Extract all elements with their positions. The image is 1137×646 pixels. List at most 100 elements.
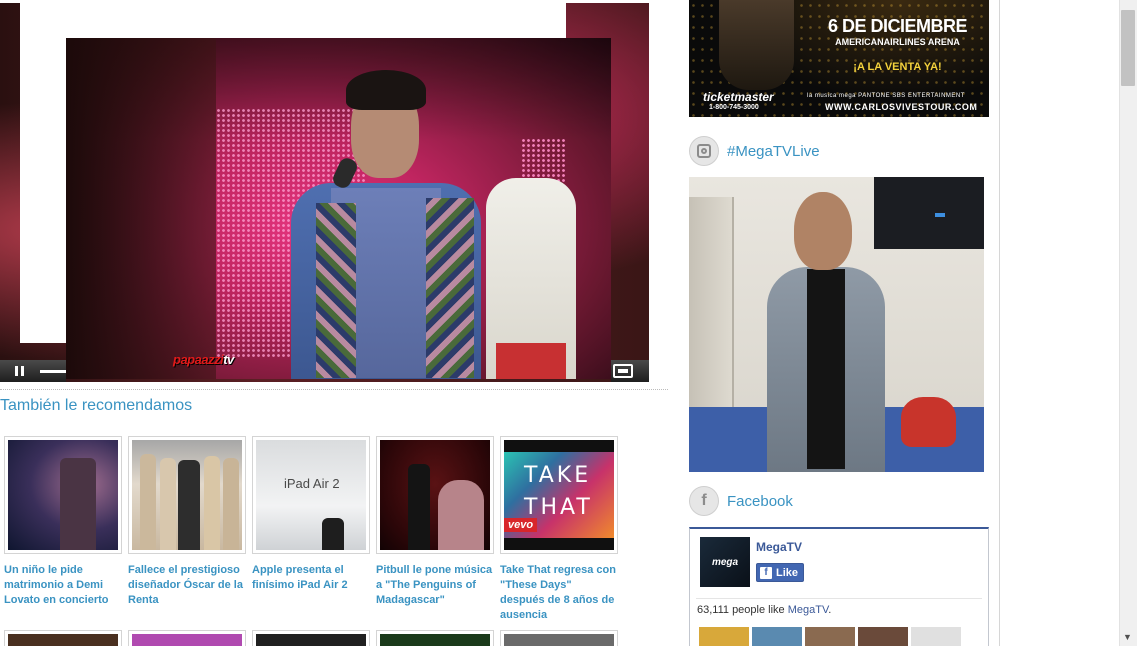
recommendation-caption[interactable]: Fallece el prestigioso diseñador Óscar d… bbox=[128, 563, 246, 608]
designer-figure bbox=[178, 460, 200, 550]
fan-avatar[interactable] bbox=[805, 627, 855, 646]
fan-avatar[interactable] bbox=[699, 627, 749, 646]
presenter-figure bbox=[322, 518, 344, 550]
performer-scarf-right bbox=[426, 198, 474, 378]
audience-figure bbox=[438, 480, 484, 550]
video-watermark: papaazzitv bbox=[169, 350, 238, 369]
recommendation-item[interactable]: iPad Air 2 Apple presenta el finísimo iP… bbox=[252, 436, 370, 593]
video-frame[interactable]: papaazzitv bbox=[66, 38, 611, 379]
facebook-like-box: mega MegaTV f Like 63,111 people like Me… bbox=[689, 527, 989, 646]
thumbnail-image bbox=[380, 634, 490, 646]
performer-hair bbox=[346, 70, 426, 110]
recommendation-thumbnail[interactable]: iPad Air 2 bbox=[252, 436, 370, 554]
ad-performer bbox=[719, 0, 794, 90]
recommendation-caption[interactable]: Un niño le pide matrimonio a Demi Lovato… bbox=[4, 563, 122, 608]
like-count-end: . bbox=[828, 604, 832, 616]
singer-figure bbox=[60, 458, 96, 550]
instagram-icon[interactable] bbox=[689, 136, 719, 166]
progress-bar[interactable] bbox=[40, 370, 66, 373]
stage-shadow bbox=[66, 38, 216, 379]
like-label: Like bbox=[776, 566, 799, 579]
thumbnail-image: iPad Air 2 bbox=[256, 440, 366, 550]
scrollbar[interactable] bbox=[1119, 0, 1137, 646]
recommendation-item[interactable]: TAKE THAT vevo Take That regresa con "Th… bbox=[500, 436, 618, 623]
photo-person-head bbox=[794, 192, 852, 270]
recommendation-thumbnail[interactable] bbox=[4, 436, 122, 554]
thumbnail-image bbox=[8, 440, 118, 550]
ad-on-sale: ¡A LA VENTA YA! bbox=[853, 61, 942, 73]
thumbnail-image bbox=[132, 440, 242, 550]
recommendation-thumbnail[interactable]: TAKE THAT vevo bbox=[500, 436, 618, 554]
performer-scarf-left bbox=[316, 203, 356, 378]
instagram-section-header: #MegaTVLive bbox=[689, 136, 820, 166]
scrollbar-thumb[interactable] bbox=[1121, 10, 1135, 86]
pause-icon bbox=[14, 366, 18, 376]
ad-phone: 1-800-745-3000 bbox=[709, 104, 759, 111]
watermark-tv: tv bbox=[223, 352, 234, 367]
model-figure bbox=[204, 456, 220, 550]
photo-person-shirt bbox=[807, 269, 845, 469]
facebook-title[interactable]: Facebook bbox=[727, 493, 793, 510]
ad-venue: AMERICANAIRLINES ARENA bbox=[835, 37, 960, 47]
like-count-link[interactable]: MegaTV bbox=[788, 604, 829, 616]
recommendation-thumbnail[interactable] bbox=[376, 436, 494, 554]
facebook-fan-faces bbox=[699, 627, 961, 646]
watermark-text: papaazzi bbox=[173, 352, 224, 367]
ad-sponsors: la musica mega PANTONE SBS ENTERTAINMENT bbox=[807, 93, 965, 99]
fullscreen-button[interactable] bbox=[613, 364, 633, 378]
fan-avatar[interactable] bbox=[911, 627, 961, 646]
concert-ad-banner[interactable]: 6 DE DICIEMBRE AMERICANAIRLINES ARENA ¡A… bbox=[689, 0, 989, 117]
ipad-air-label: iPad Air 2 bbox=[284, 476, 340, 491]
vevo-badge: vevo bbox=[504, 518, 538, 532]
model-figure bbox=[140, 454, 156, 550]
fan-avatar[interactable] bbox=[858, 627, 908, 646]
recommendation-thumbnail[interactable] bbox=[4, 630, 122, 646]
facebook-like-count: 63,111 people like MegaTV. bbox=[697, 604, 831, 616]
ad-url: WWW.CARLOSVIVESTOUR.COM bbox=[825, 102, 978, 112]
fan-avatar[interactable] bbox=[752, 627, 802, 646]
instagram-photo[interactable] bbox=[689, 177, 984, 472]
pause-icon-bar bbox=[20, 366, 24, 376]
facebook-like-button[interactable]: f Like bbox=[756, 563, 805, 582]
recommendation-thumbnail[interactable] bbox=[128, 630, 246, 646]
recommendation-caption[interactable]: Apple presenta el finísimo iPad Air 2 bbox=[252, 563, 370, 593]
ad-date: 6 DE DICIEMBRE bbox=[827, 16, 968, 36]
recommendation-thumbnail[interactable] bbox=[252, 630, 370, 646]
photo-tv-led bbox=[935, 213, 945, 217]
sidebar-border bbox=[999, 0, 1000, 646]
model-figure bbox=[160, 458, 176, 550]
thumbnail-image bbox=[256, 634, 366, 646]
take-that-text: TAKE THAT bbox=[524, 463, 593, 520]
camera-icon bbox=[697, 144, 711, 158]
thumbnail-image bbox=[380, 440, 490, 550]
recommendation-caption[interactable]: Take That regresa con "These Days" despu… bbox=[500, 563, 618, 623]
scroll-down-icon[interactable]: ▼ bbox=[1123, 632, 1132, 642]
recommendation-thumbnail[interactable] bbox=[128, 436, 246, 554]
facebook-divider bbox=[696, 598, 982, 599]
recommendation-item[interactable]: Pitbull le pone música a "The Penguins o… bbox=[376, 436, 494, 608]
thumbnail-image bbox=[132, 634, 242, 646]
facebook-section-header: f Facebook bbox=[689, 486, 793, 516]
recommendation-item[interactable]: Un niño le pide matrimonio a Demi Lovato… bbox=[4, 436, 122, 608]
facebook-icon[interactable]: f bbox=[689, 486, 719, 516]
thumbnail-image bbox=[504, 634, 614, 646]
pitbull-figure bbox=[408, 464, 430, 550]
recommendation-thumbnail[interactable] bbox=[500, 630, 618, 646]
recommendation-item[interactable]: Fallece el prestigioso diseñador Óscar d… bbox=[128, 436, 246, 608]
facebook-page-name[interactable]: MegaTV bbox=[756, 540, 802, 554]
video-player[interactable]: papaazzitv bbox=[0, 3, 649, 382]
recommendation-caption[interactable]: Pitbull le pone música a "The Penguins o… bbox=[376, 563, 494, 608]
page: papaazzitv También le recomendamos Un ni… bbox=[0, 0, 1137, 646]
ticketmaster-logo: ticketmaster bbox=[703, 90, 774, 104]
megatv-logo[interactable]: mega bbox=[700, 537, 750, 587]
divider bbox=[0, 389, 668, 390]
facebook-f-icon: f bbox=[760, 566, 772, 579]
recommendations-heading: También le recomendamos bbox=[0, 397, 193, 414]
recommendation-thumbnail[interactable] bbox=[376, 630, 494, 646]
background-musician-pants bbox=[496, 343, 566, 379]
pause-button[interactable] bbox=[12, 364, 26, 378]
like-count-text: 63,111 people like bbox=[697, 604, 788, 616]
thumbnail-image bbox=[8, 634, 118, 646]
photo-tv bbox=[874, 177, 984, 249]
instagram-title[interactable]: #MegaTVLive bbox=[727, 143, 820, 160]
